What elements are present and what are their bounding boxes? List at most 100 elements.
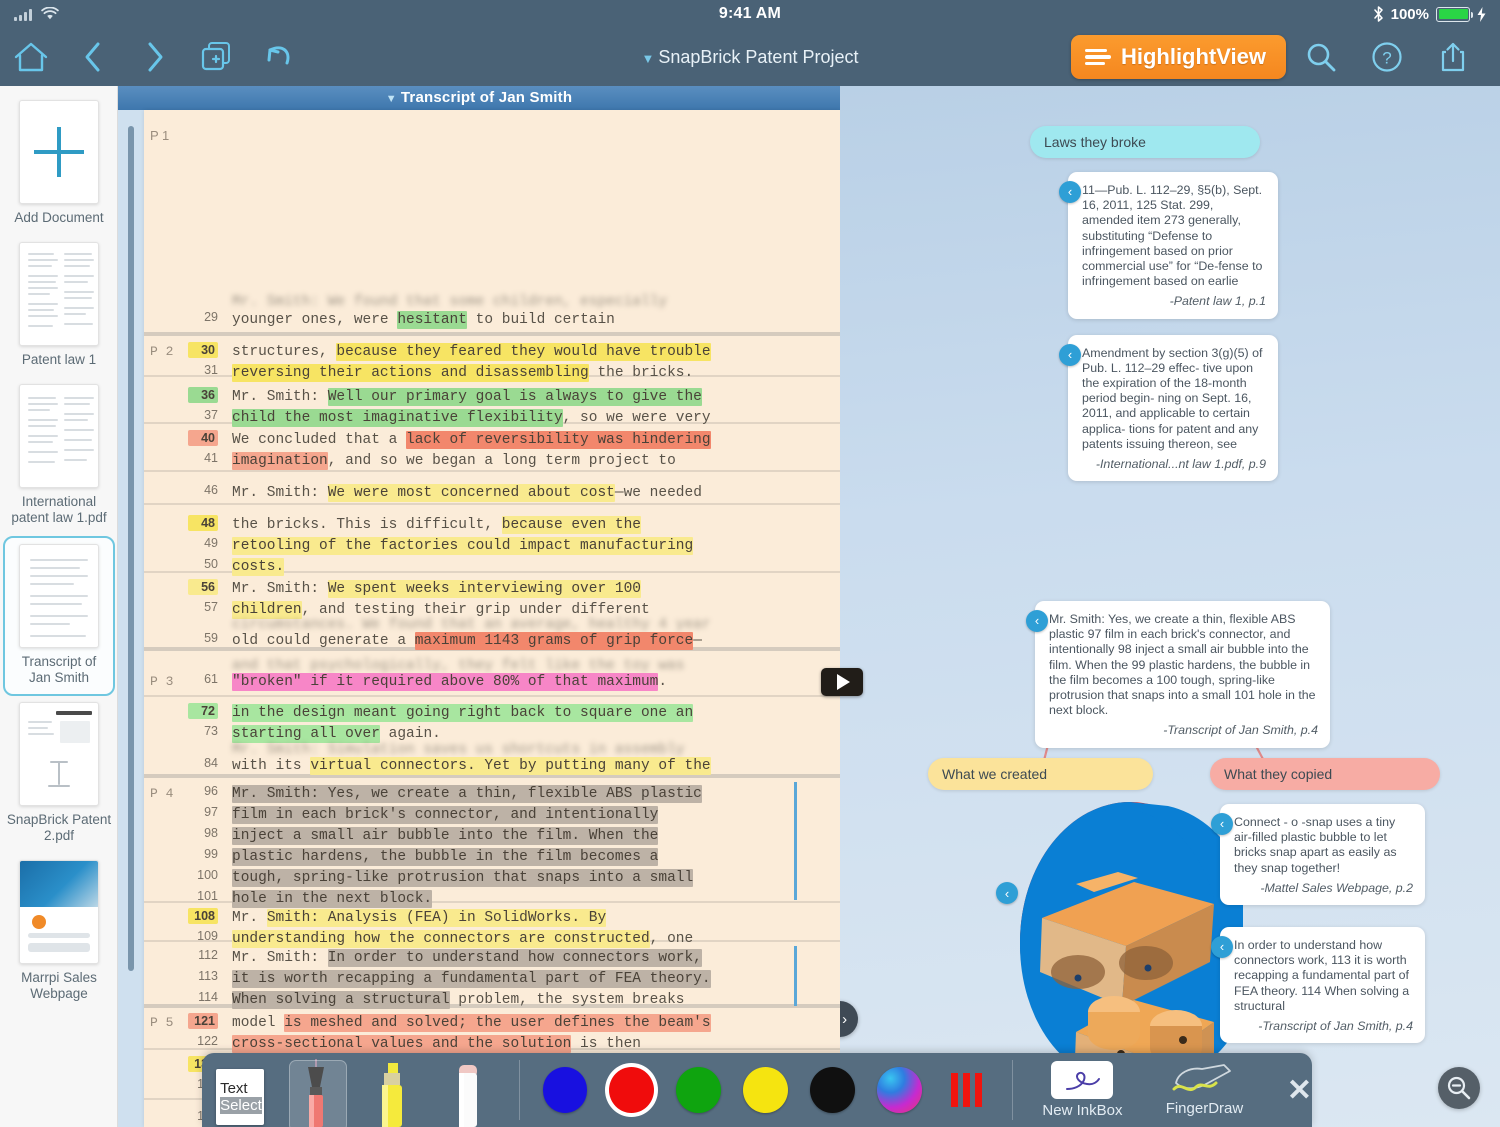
note-card[interactable]: ‹ Mr. Smith: Yes, we create a thin, flex…	[1026, 601, 1330, 748]
transcript-text[interactable]: plastic hardens, the bubble in the film …	[232, 848, 659, 866]
highlight-span[interactable]: We were most concerned about cost	[327, 484, 615, 502]
pen-tool[interactable]	[278, 1053, 354, 1127]
transcript-text[interactable]: "broken" if it required above 80% of tha…	[232, 673, 667, 691]
transcript-text[interactable]: younger ones, were hesitant to build cer…	[232, 311, 615, 329]
highlight-span[interactable]: Well our primary goal is always to give …	[327, 388, 702, 406]
highlight-span[interactable]: When solving a structural	[232, 991, 450, 1009]
highlight-span[interactable]: imagination	[232, 452, 328, 470]
eraser-tool[interactable]	[430, 1053, 506, 1127]
note-group-laws-they-broke[interactable]: Laws they broke ‹ 11—Pub. L. 112–29, §5(…	[1030, 126, 1280, 482]
transcript-text[interactable]: Mr. Smith: Analysis (FEA) in SolidWorks.…	[232, 909, 607, 927]
transcript-line[interactable]: 46 Mr. Smith: We were most concerned abou…	[144, 483, 840, 504]
close-icon[interactable]: ✕	[1287, 1073, 1312, 1108]
chevron-left-badge-icon[interactable]: ‹	[1211, 813, 1233, 835]
transcript-line[interactable]: 100 tough, spring-like protrusion that sn…	[144, 868, 840, 889]
play-icon[interactable]	[821, 668, 863, 696]
highlight-span[interactable]: in the design meant going right back to …	[232, 704, 694, 722]
highlight-span[interactable]: costs.	[232, 558, 285, 576]
chevron-left-badge-icon[interactable]: ‹	[1211, 936, 1233, 959]
line-width-picker-icon[interactable]	[944, 1067, 989, 1113]
highlight-span[interactable]: maximum 1143 grams of grip force	[414, 632, 694, 650]
transcript-text[interactable]: When solving a structural problem, the s…	[232, 991, 685, 1009]
transcript-line[interactable]: P 5 121 model is meshed and solved; the us…	[144, 1013, 840, 1034]
transcript-text[interactable]: the bricks. This is difficult, because e…	[232, 516, 641, 534]
notes-pane[interactable]: Laws they broke ‹ 11—Pub. L. 112–29, §5(…	[840, 86, 1500, 1127]
transcript-line[interactable]: 59 old could generate a maximum 1143 gram…	[144, 631, 840, 652]
highlight-span[interactable]: We spent weeks interviewing over 100	[327, 580, 641, 598]
transcript-line[interactable]: 101 hole in the next block.	[144, 889, 840, 910]
document-page[interactable]: P 1 Mr. Smith: We found that some childr…	[144, 110, 840, 1127]
transcript-line[interactable]: 109 understanding how the connectors are …	[144, 929, 840, 950]
color-swatch-yellow[interactable]	[743, 1067, 789, 1113]
transcript-line[interactable]: 36 Mr. Smith: Well our primary goal is al…	[144, 387, 840, 408]
color-swatch-green[interactable]	[676, 1067, 722, 1113]
highlight-span[interactable]: because even the	[501, 516, 641, 534]
highlightview-button[interactable]: HighlightView	[1070, 35, 1286, 79]
highlight-span[interactable]: hesitant	[397, 311, 467, 329]
note-group-title[interactable]: Laws they broke	[1030, 126, 1260, 158]
zoom-out-icon[interactable]	[1438, 1067, 1480, 1109]
search-icon[interactable]	[1290, 34, 1352, 80]
transcript-text[interactable]: We concluded that a lack of reversibilit…	[232, 431, 711, 449]
sidebar-item-international-patent-law[interactable]: International patent law 1.pdf	[0, 378, 117, 536]
transcript-line[interactable]: P 2 30 structures, because they feared the…	[144, 342, 840, 363]
transcript-line[interactable]: 108 Mr. Smith: Analysis (FEA) in SolidWor…	[144, 908, 840, 929]
transcript-line[interactable]: 114 When solving a structural problem, th…	[144, 990, 840, 1011]
transcript-line[interactable]: 99 plastic hardens, the bubble in the fil…	[144, 847, 840, 868]
chevron-left-badge-icon[interactable]: ‹	[996, 882, 1018, 904]
chevron-left-badge-icon[interactable]: ‹	[1059, 181, 1081, 203]
transcript-line[interactable]: 41 imagination, and so we began a long te…	[144, 451, 840, 472]
highlight-span[interactable]: cross-sectional values and the solution	[232, 1035, 572, 1053]
document-sidebar[interactable]: Add Document Patent law 1 International …	[0, 86, 118, 1127]
transcript-line[interactable]: 49 retooling of the factories could impac…	[144, 536, 840, 557]
sidebar-item-snapbrick-patent-2[interactable]: SnapBrick Patent 2.pdf	[0, 696, 117, 854]
transcript-text[interactable]: Mr. Smith: We found that some children, …	[232, 294, 667, 310]
transcript-text[interactable]: tough, spring-like protrusion that snaps…	[232, 869, 694, 887]
chevron-left-icon[interactable]	[62, 34, 124, 80]
expand-collapse-icon[interactable]: ‹ ›	[840, 1001, 858, 1037]
transcript-text[interactable]: Mr. Smith: Yes, we create a thin, flexib…	[232, 785, 702, 803]
highlighter-tool[interactable]	[354, 1053, 430, 1127]
transcript-line[interactable]: 29 younger ones, were hesitant to build c…	[144, 310, 840, 331]
transcript-text[interactable]: film in each brick's connector, and inte…	[232, 806, 659, 824]
highlight-span[interactable]: tough, spring-like protrusion that snaps…	[232, 869, 694, 887]
note-group-title[interactable]: What they copied	[1210, 758, 1440, 790]
chevron-left-badge-icon[interactable]: ‹	[1026, 610, 1048, 632]
highlight-span[interactable]: retooling of the factories could impact …	[232, 537, 694, 555]
highlight-span[interactable]: is meshed and solved; the user defines t…	[284, 1014, 711, 1032]
new-inkbox-button[interactable]: New InkBox	[1025, 1053, 1140, 1127]
color-swatch-black[interactable]	[810, 1067, 856, 1113]
undo-icon[interactable]	[248, 34, 310, 80]
highlight-span[interactable]: understanding how the connectors are con…	[232, 930, 650, 948]
sidebar-item-marrpi-sales-webpage[interactable]: Marrpi Sales Webpage	[0, 854, 117, 1012]
transcript-line[interactable]: 31 reversing their actions and disassembl…	[144, 363, 840, 384]
document-scrollbar-thumb[interactable]	[128, 126, 134, 971]
transcript-text[interactable]: model is meshed and solved; the user def…	[232, 1014, 711, 1032]
highlight-span[interactable]: lack of reversibility was hindering	[406, 431, 711, 449]
note-group-what-we-created[interactable]: What we created ‹	[928, 758, 1260, 1085]
highlight-span[interactable]: plastic hardens, the bubble in the film …	[232, 848, 659, 866]
transcript-line[interactable]: 122 cross-sectional values and the soluti…	[144, 1034, 840, 1055]
highlight-span[interactable]: Mr. Smith: Yes, we create a thin, flexib…	[232, 785, 702, 803]
highlight-span[interactable]: child the most imaginative flexibility	[232, 409, 563, 427]
document-pane[interactable]: ▼ Transcript of Jan Smith P 1 Mr. Smith: …	[118, 86, 863, 1127]
highlight-span[interactable]: "broken" if it required above 80% of tha…	[232, 673, 659, 691]
highlight-span[interactable]: it is worth recapping a fundamental part…	[232, 970, 711, 988]
transcript-text[interactable]: old could generate a maximum 1143 grams …	[232, 632, 702, 650]
transcript-text[interactable]: inject a small air bubble into the film.…	[232, 827, 659, 845]
transcript-text[interactable]: cross-sectional values and the solution …	[232, 1035, 641, 1053]
highlight-span[interactable]: because they feared they would have trou…	[336, 343, 711, 361]
highlight-span[interactable]: inject a small air bubble into the film.…	[232, 827, 659, 845]
note-card[interactable]: ‹ In order to understand how connectors …	[1211, 927, 1425, 1044]
document-header[interactable]: ▼ Transcript of Jan Smith	[118, 86, 840, 110]
highlight-span[interactable]: film in each brick's connector, and inte…	[232, 806, 659, 824]
transcript-text[interactable]: imagination, and so we began a long term…	[232, 452, 676, 470]
share-icon[interactable]	[1422, 34, 1484, 80]
transcript-line[interactable]: 72 in the design meant going right back t…	[144, 703, 840, 724]
chevron-right-icon[interactable]	[124, 34, 186, 80]
text-select-tool[interactable]: Text Select	[202, 1053, 278, 1127]
highlight-span[interactable]: Smith: Analysis (FEA) in SolidWorks. By	[266, 909, 607, 927]
transcript-text[interactable]: with its virtual connectors. Yet by putt…	[232, 757, 711, 775]
transcript-text[interactable]: it is worth recapping a fundamental part…	[232, 970, 711, 988]
transcript-text[interactable]: reversing their actions and disassemblin…	[232, 364, 693, 382]
